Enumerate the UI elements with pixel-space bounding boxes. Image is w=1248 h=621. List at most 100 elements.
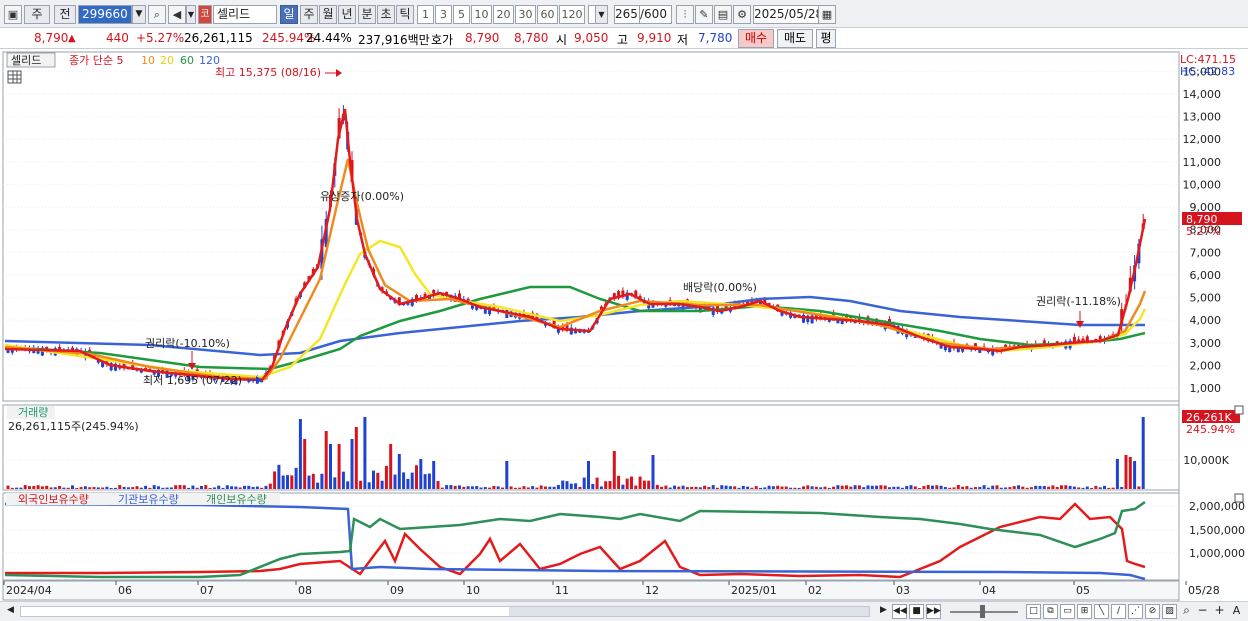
interval-dropdown-icon[interactable]: ▼ <box>595 5 608 24</box>
volume-panel-close-icon[interactable] <box>1234 405 1244 415</box>
zoom-slider-handle[interactable] <box>980 605 985 618</box>
line-tool-icon[interactable]: ╲ <box>1094 604 1109 619</box>
tab-year[interactable]: 년 <box>338 5 356 24</box>
tab-week[interactable]: 주 <box>300 5 318 24</box>
window-menu-icon[interactable]: ▣ <box>4 5 22 24</box>
bar-count-input[interactable]: 265 <box>614 5 640 24</box>
candle-type-icon[interactable]: ⫶ <box>676 5 694 24</box>
volume-bar <box>780 486 784 489</box>
volume-bar <box>230 486 234 489</box>
sell-button[interactable]: 매도 <box>777 29 813 48</box>
volume-bar <box>1115 459 1119 489</box>
zoom-in-icon[interactable]: + <box>1212 604 1227 619</box>
interval-30[interactable]: 30 <box>515 5 536 24</box>
scroll-right-icon[interactable]: ▶ <box>876 604 891 619</box>
volume-value-text: 26,261,115주(245.94%) <box>8 420 139 433</box>
low-label: 저 <box>677 33 689 47</box>
last-page-icon[interactable]: ▶▶ <box>926 604 941 619</box>
draw-tool-icon[interactable]: ✎ <box>695 5 713 24</box>
x-tick-label: 2024/04 <box>6 584 52 597</box>
date-input[interactable]: 2025/05/28 <box>753 5 823 24</box>
tab-minute[interactable]: 분 <box>358 5 376 24</box>
volume-bar <box>316 482 320 489</box>
volume-bar <box>410 472 414 489</box>
interval-1[interactable]: 1 <box>417 5 434 24</box>
link-icon[interactable]: ⊘ <box>1145 604 1160 619</box>
price-tick-label: 5,000 <box>1190 292 1222 305</box>
legend-ma60[interactable]: 60 <box>180 54 194 67</box>
interval-3[interactable]: 3 <box>435 5 452 24</box>
legend-ma5[interactable]: 종가 단순 5 <box>69 54 123 67</box>
speaker-icon[interactable]: ◀ <box>168 5 186 24</box>
fan-tool-icon[interactable]: ⋰ <box>1128 604 1143 619</box>
stop-icon[interactable]: ■ <box>909 604 924 619</box>
volume-bar <box>574 483 578 489</box>
scrollbar-thumb[interactable] <box>509 607 869 616</box>
volume-bar <box>1094 485 1098 489</box>
legend-ma10[interactable]: 10 <box>141 54 155 67</box>
volume-bar <box>204 485 208 489</box>
volume-bar <box>750 487 754 489</box>
holdings-panel-close-icon[interactable] <box>1234 493 1244 503</box>
interval-60[interactable]: 60 <box>537 5 558 24</box>
eval-button[interactable]: 평 <box>816 29 836 48</box>
volume-bar <box>1133 461 1137 489</box>
interval-120[interactable]: 120 <box>559 5 585 24</box>
volume-title[interactable]: 거래량 <box>18 406 48 419</box>
tab-month[interactable]: 월 <box>319 5 337 24</box>
volume-bar <box>139 487 143 489</box>
volume-bar <box>565 481 569 489</box>
layout-icon-2[interactable]: ⧉ <box>1043 604 1058 619</box>
volume-bar <box>883 485 887 489</box>
layout-icon-3[interactable]: ▭ <box>1060 604 1075 619</box>
legend-foreign[interactable]: 외국인보유수량 <box>18 493 89 506</box>
legend-stock-name[interactable]: 셀리드 <box>11 54 41 67</box>
volume-bar <box>367 482 371 489</box>
volume-bar <box>363 417 367 489</box>
volume-bar <box>720 485 724 489</box>
x-tick-label: 05/28 <box>1188 584 1220 597</box>
tab-second[interactable]: 초 <box>377 5 395 24</box>
interval-20[interactable]: 20 <box>493 5 514 24</box>
interval-5[interactable]: 5 <box>453 5 470 24</box>
volume-bar <box>260 487 264 489</box>
x-tick-label: 12 <box>645 584 659 597</box>
volume-bar <box>195 487 199 489</box>
trend-tool-icon[interactable]: ∕ <box>1111 604 1126 619</box>
layout-icon-1[interactable]: □ <box>1026 604 1041 619</box>
volume-bar <box>1107 487 1111 489</box>
table-toggle-icon[interactable] <box>7 70 22 84</box>
period-select[interactable]: 주 <box>24 5 50 24</box>
save-icon[interactable]: ▤ <box>714 5 732 24</box>
stock-name-field[interactable]: 셀리드 <box>213 5 277 24</box>
layout-icon-4[interactable]: ⊞ <box>1077 604 1092 619</box>
zoom-out-icon[interactable]: − <box>1195 604 1210 619</box>
holdings-tick-label: 1,500,000 <box>1189 524 1245 537</box>
tab-day[interactable]: 일 <box>280 5 298 24</box>
tab-tick[interactable]: 틱 <box>396 5 414 24</box>
calendar-icon[interactable]: ▦ <box>818 5 836 24</box>
legend-institution[interactable]: 기관보유수량 <box>118 493 179 506</box>
zoom-search-icon[interactable]: ⌕ <box>1179 604 1194 619</box>
settings-icon[interactable]: ⚙ <box>733 5 751 24</box>
volume-bar <box>32 486 36 489</box>
volume-bar <box>1025 487 1029 489</box>
volume-bar <box>849 486 853 489</box>
buy-button[interactable]: 매수 <box>738 29 774 48</box>
scrollbar-track[interactable] <box>20 606 870 617</box>
volume-bar <box>853 485 857 489</box>
stock-code-input[interactable]: 299660 <box>78 5 132 24</box>
interval-10[interactable]: 10 <box>471 5 492 24</box>
search-icon[interactable]: ⌕ <box>148 5 166 24</box>
code-dropdown-icon[interactable]: ▼ <box>132 5 146 24</box>
legend-ma20[interactable]: 20 <box>160 54 174 67</box>
first-page-icon[interactable]: ◀◀ <box>892 604 907 619</box>
image-icon[interactable]: ▨ <box>1162 604 1177 619</box>
speaker-dropdown-icon[interactable]: ▼ <box>186 5 196 24</box>
legend-individual[interactable]: 개인보유수량 <box>206 493 267 506</box>
font-size-icon[interactable]: A <box>1229 604 1244 619</box>
scroll-left-icon[interactable]: ◀ <box>3 604 18 619</box>
volume-bar <box>1004 487 1008 489</box>
prev-button[interactable]: 전 <box>54 5 76 24</box>
volume-bar <box>1085 486 1089 489</box>
